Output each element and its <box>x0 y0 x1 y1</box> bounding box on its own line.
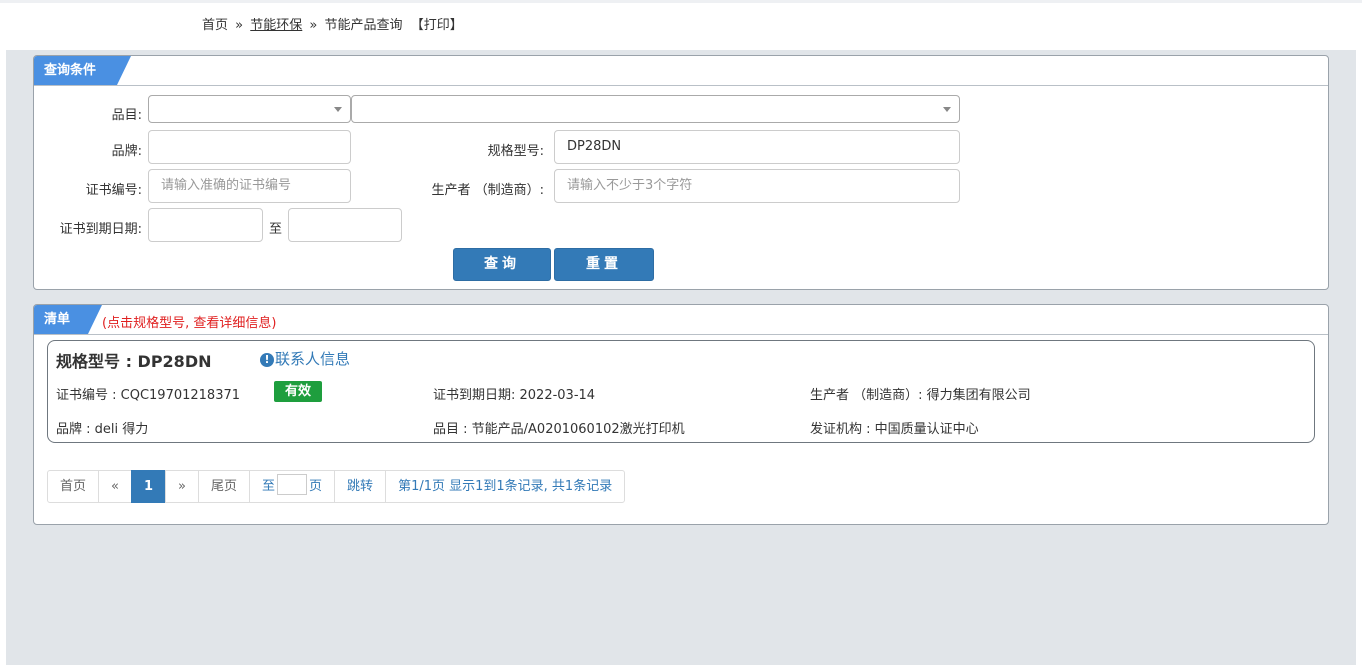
list-panel-header: 清单 (点击规格型号, 查看详细信息) <box>34 305 1328 335</box>
contact-info-link[interactable]: ! 联系人信息 <box>260 348 350 369</box>
model-title-link[interactable]: 规格型号 : DP28DN <box>56 348 212 372</box>
contact-info-label: 联系人信息 <box>275 350 351 368</box>
pagination-summary: 第1/1页 显示1到1条记录, 共1条记录 <box>385 470 626 503</box>
category-select-primary[interactable] <box>148 95 351 123</box>
jump-button[interactable]: 跳转 <box>334 470 387 503</box>
breadcrumb-section-link[interactable]: 节能环保 <box>250 18 302 33</box>
issuer-value: 发证机构 : 中国质量认证中心 <box>810 422 979 437</box>
chevron-down-icon <box>334 107 342 112</box>
breadcrumb: 首页 » 节能环保 » 节能产品查询 【打印】 <box>202 14 463 33</box>
brand-value: 品牌 : deli 得力 <box>56 422 149 437</box>
list-panel-tab: 清单 <box>34 305 102 334</box>
brand-input[interactable] <box>148 130 351 164</box>
first-page-button[interactable]: 首页 <box>47 470 100 503</box>
goto-suffix: 页 <box>309 479 323 494</box>
result-card: 规格型号 : DP28DN ! 联系人信息 证书编号 : CQC197012183… <box>47 340 1315 443</box>
next-page-button[interactable]: » <box>165 470 199 503</box>
category-value: 品目 : 节能产品/A0201060102激光打印机 <box>433 422 685 437</box>
expiry-label: 证书到期日期: <box>59 222 142 237</box>
list-tip: (点击规格型号, 查看详细信息) <box>102 316 277 331</box>
cert-no-value: 证书编号 : CQC19701218371 <box>56 388 241 403</box>
info-icon: ! <box>260 353 274 367</box>
category-select-secondary[interactable] <box>351 95 960 123</box>
goto-prefix: 至 <box>262 479 276 494</box>
expiry-end-input[interactable] <box>288 208 402 242</box>
manufacturer-label: 生产者 （制造商）: <box>431 183 544 198</box>
brand-label: 品牌: <box>111 144 142 159</box>
model-label: 规格型号: <box>487 144 544 159</box>
breadcrumb-separator: » <box>309 18 318 33</box>
breadcrumb-current: 节能产品查询 <box>324 18 403 33</box>
manufacturer-value: 生产者 （制造商）: 得力集团有限公司 <box>810 388 1031 403</box>
cert-no-input[interactable]: 请输入准确的证书编号 <box>148 169 351 203</box>
category-label: 品目: <box>111 108 142 123</box>
query-panel-header: 查询条件 <box>34 56 1328 86</box>
list-panel: 清单 (点击规格型号, 查看详细信息) 规格型号 : DP28DN ! 联系人信息… <box>33 304 1329 525</box>
last-page-button[interactable]: 尾页 <box>198 470 251 503</box>
query-panel: 查询条件 品目: 品牌: 规格型号: DP28DN 证书编号: 请输入准确的证书… <box>33 55 1329 290</box>
breadcrumb-home[interactable]: 首页 <box>202 18 228 33</box>
goto-page-input[interactable] <box>277 474 308 495</box>
cert-no-label: 证书编号: <box>85 183 142 198</box>
expiry-start-input[interactable] <box>148 208 263 242</box>
chevron-down-icon <box>943 107 951 112</box>
reset-button[interactable]: 重置 <box>554 248 654 281</box>
breadcrumb-separator: » <box>235 18 244 33</box>
expiry-to-label: 至 <box>269 222 283 237</box>
print-link[interactable]: 【打印】 <box>411 18 463 33</box>
manufacturer-input[interactable]: 请输入不少于3个字符 <box>554 169 960 203</box>
query-panel-tab: 查询条件 <box>34 56 131 85</box>
pagination: 首页 « 1 » 尾页 至页 跳转 第1/1页 显示1到1条记录, 共1条记录 <box>47 470 626 503</box>
search-button[interactable]: 查询 <box>453 248 551 281</box>
status-badge: 有效 <box>274 381 322 402</box>
current-page-button[interactable]: 1 <box>130 470 167 503</box>
prev-page-button[interactable]: « <box>98 470 132 503</box>
top-border <box>0 0 1362 3</box>
model-input[interactable]: DP28DN <box>554 130 960 164</box>
goto-page-group: 至页 <box>249 470 336 503</box>
expiry-value: 证书到期日期: 2022-03-14 <box>433 388 596 403</box>
